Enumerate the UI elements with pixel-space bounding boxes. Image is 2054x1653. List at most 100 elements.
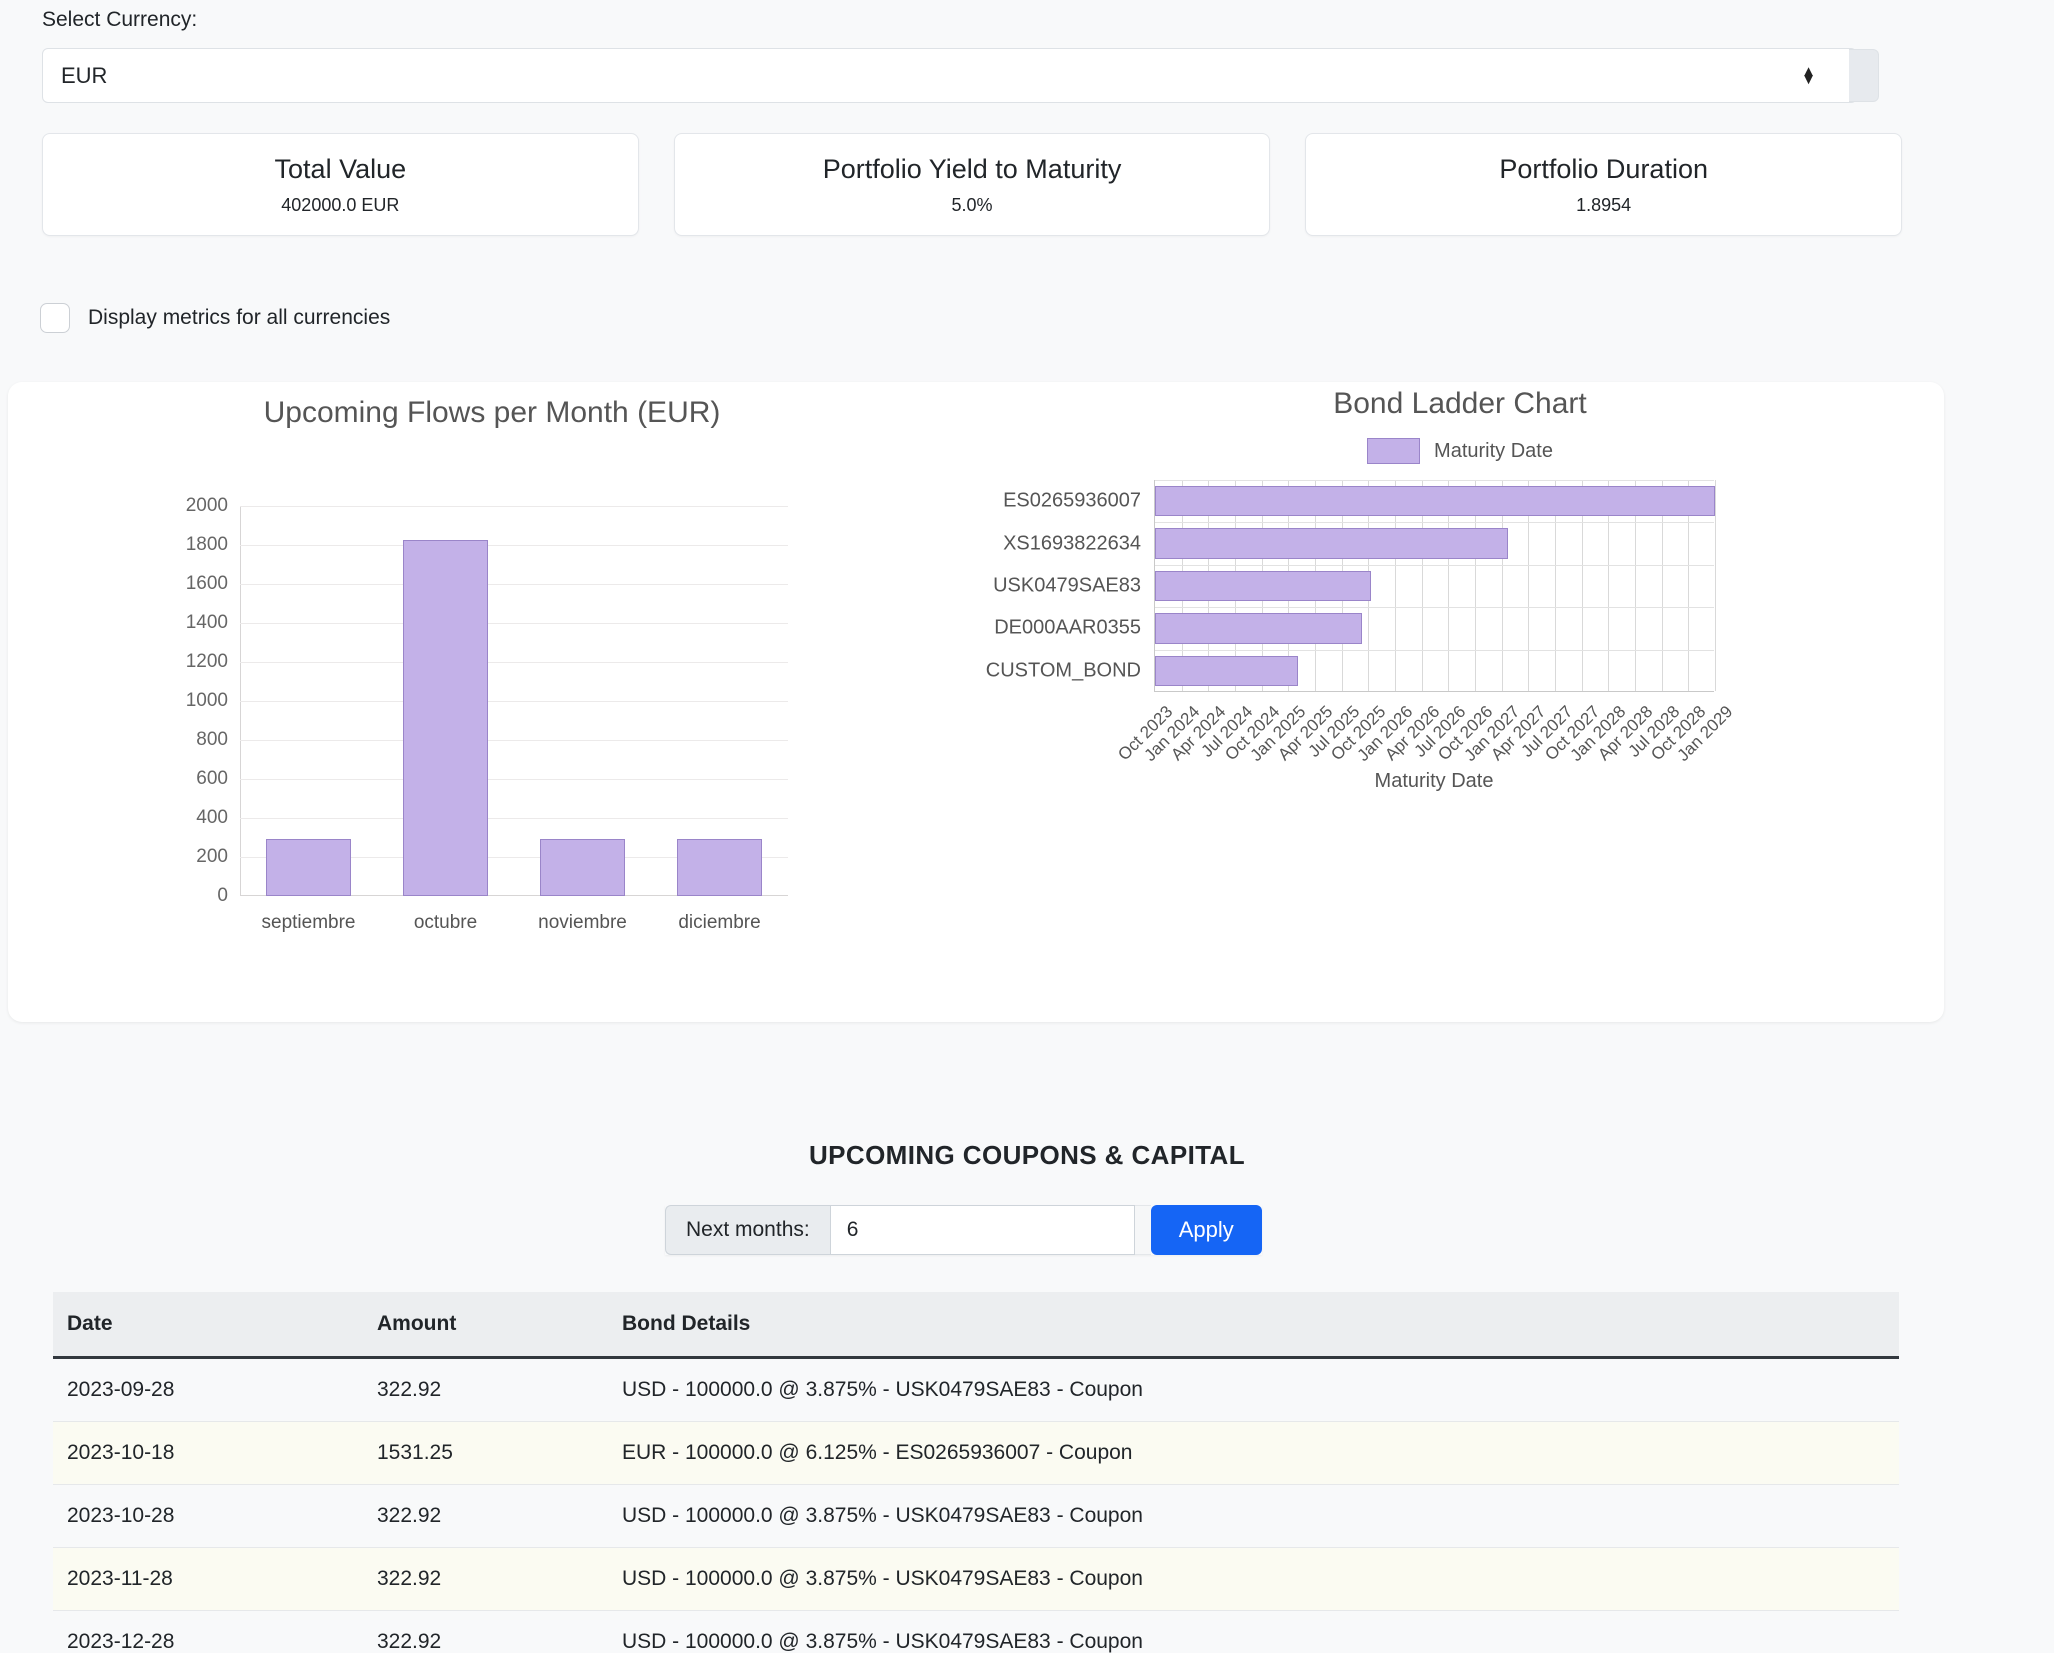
all-currencies-toggle-row[interactable]: Display metrics for all currencies [40, 303, 390, 333]
ladder-category-label: DE000AAR0355 [994, 616, 1141, 639]
bar-chart-x-tick: diciembre [678, 912, 761, 933]
cell-bond-details: USD - 100000.0 @ 3.875% - USK0479SAE83 -… [608, 1484, 1899, 1548]
ladder-category-label: ES0265936007 [1003, 489, 1141, 512]
metric-value: 402000.0 EUR [281, 194, 400, 215]
ladder-category-label: USK0479SAE83 [993, 574, 1141, 597]
all-currencies-checkbox[interactable] [40, 303, 70, 333]
cell-date: 2023-12-28 [53, 1610, 363, 1653]
next-months-input[interactable]: 6 [829, 1205, 1135, 1255]
cell-amount: 322.92 [363, 1610, 608, 1653]
cell-date: 2023-10-28 [53, 1484, 363, 1548]
bond-ladder-chart-title: Bond Ladder Chart [1333, 387, 1587, 420]
cell-bond-details: EUR - 100000.0 @ 6.125% - ES0265936007 -… [608, 1421, 1899, 1485]
next-months-label: Next months: [665, 1205, 830, 1255]
next-months-input-value: 6 [846, 1218, 859, 1241]
metric-cards: Total Value 402000.0 EUR Portfolio Yield… [42, 133, 1903, 236]
bond-ladder-plot-wrapper: Oct 2023 Jan 2024 Apr 2024 Jul 2024 Oct 2024… [976, 480, 1944, 1000]
legend-label-maturity-date: Maturity Date [1434, 439, 1553, 462]
bar-chart-y-tick: 0 [217, 885, 228, 906]
bar-chart-x-tick: octubre [413, 912, 478, 933]
bar-chart-gridline [240, 662, 788, 663]
currency-select[interactable]: EUR ▲ ▼ [42, 48, 1857, 103]
bar-chart-bar[interactable] [677, 839, 762, 896]
metric-title: Total Value [274, 153, 407, 184]
bar-chart-y-tick: 1800 [185, 534, 228, 555]
cell-date: 2023-10-18 [53, 1421, 363, 1485]
metric-card-yield-to-maturity: Portfolio Yield to Maturity 5.0% [673, 133, 1271, 236]
portfolio-dashboard: Select Currency: EUR ▲ ▼ Total Value 4020… [0, 0, 2054, 1653]
bar-chart-gridline [240, 623, 788, 624]
table-header: Date Amount Bond Details [53, 1292, 1899, 1359]
bond-ladder-legend: Maturity Date [976, 438, 1944, 464]
upcoming-flows-chart-title: Upcoming Flows per Month (EUR) [263, 396, 721, 429]
up-down-arrows-icon: ▲ ▼ [1801, 62, 1816, 88]
bar-chart-gridline [240, 584, 788, 585]
bar-chart-bar[interactable] [403, 540, 488, 896]
bar-chart-y-tick: 1000 [185, 690, 228, 711]
bar-chart-gridline [240, 779, 788, 780]
metric-title: Portfolio Yield to Maturity [822, 153, 1122, 184]
table-body: 2023-09-28 322.92 USD - 100000.0 @ 3.875% … [53, 1357, 1899, 1653]
cell-bond-details: USD - 100000.0 @ 3.875% - USK0479SAE83 -… [608, 1610, 1899, 1653]
ladder-gridline-horizontal [1155, 649, 1714, 651]
ladder-gridline-horizontal [1155, 522, 1714, 524]
legend-swatch-maturity-date [1367, 438, 1421, 464]
ladder-bar[interactable] [1155, 485, 1715, 517]
ladder-gridline-horizontal [1155, 607, 1714, 609]
charts-panel: Upcoming Flows per Month (EUR) 0 200 400 60… [8, 382, 1944, 1022]
cell-date: 2023-11-28 [53, 1547, 363, 1611]
bar-chart-gridline [240, 740, 788, 741]
ladder-category-label: XS1693822634 [1003, 532, 1141, 555]
bar-chart-y-tick: 1200 [185, 651, 228, 672]
table-row[interactable]: 2023-11-28 322.92 USD - 100000.0 @ 3.875% … [53, 1547, 1899, 1611]
cell-amount: 322.92 [363, 1357, 608, 1422]
cell-amount: 322.92 [363, 1484, 608, 1548]
cell-amount: 322.92 [363, 1547, 608, 1611]
metric-value: 1.8954 [1576, 194, 1632, 215]
ladder-bar[interactable] [1155, 528, 1508, 559]
filter-spacer [1134, 1205, 1151, 1255]
table-row[interactable]: 2023-10-18 1531.25 EUR - 100000.0 @ 6.125%… [53, 1421, 1899, 1485]
ladder-gridline-horizontal [1155, 480, 1714, 481]
bar-chart-y-tick: 2000 [185, 495, 228, 516]
column-header-date[interactable]: Date [53, 1292, 363, 1359]
column-header-amount[interactable]: Amount [363, 1292, 608, 1359]
all-currencies-label: Display metrics for all currencies [88, 306, 391, 329]
cell-amount: 1531.25 [363, 1421, 608, 1485]
ladder-category-label: CUSTOM_BOND [985, 659, 1141, 682]
metric-card-total-value: Total Value 402000.0 EUR [42, 133, 639, 236]
table-row[interactable]: 2023-12-28 322.92 USD - 100000.0 @ 3.875% … [53, 1610, 1899, 1653]
bond-ladder-plot-area: Oct 2023 Jan 2024 Apr 2024 Jul 2024 Oct 2024… [986, 480, 1736, 765]
bond-ladder-x-axis-label: Maturity Date [1374, 770, 1494, 792]
bar-chart-y-tick: 200 [196, 846, 228, 867]
bar-chart-y-tick: 1400 [185, 612, 228, 633]
ladder-bar[interactable] [1155, 655, 1298, 687]
currency-select-label: Select Currency: [42, 8, 198, 31]
metric-value: 5.0% [951, 194, 993, 215]
upcoming-flows-chart: Upcoming Flows per Month (EUR) 0 200 400 60… [8, 382, 976, 1022]
column-header-bond-details[interactable]: Bond Details [608, 1292, 1899, 1359]
ladder-gridline-vertical [1715, 480, 1716, 691]
currency-select-addon[interactable] [1849, 49, 1879, 102]
next-months-filter: Next months: 6 Apply [665, 1205, 1262, 1255]
bar-chart-bar[interactable] [266, 839, 351, 896]
bar-chart-gridline [240, 506, 788, 507]
bar-chart-x-tick: noviembre [538, 912, 627, 933]
bond-ladder-chart: Bond Ladder Chart Maturity Date Oct 2023… [976, 382, 1944, 1022]
currency-select-wrapper: EUR ▲ ▼ [42, 48, 1902, 103]
bar-chart-y-tick: 1600 [185, 573, 228, 594]
cell-bond-details: USD - 100000.0 @ 3.875% - USK0479SAE83 -… [608, 1357, 1899, 1422]
table-row[interactable]: 2023-09-28 322.92 USD - 100000.0 @ 3.875% … [53, 1357, 1899, 1422]
bar-chart-y-tick: 800 [196, 729, 228, 750]
bar-chart-bar[interactable] [540, 839, 625, 896]
upcoming-flows-table: Date Amount Bond Details 2023-09-28 322.9… [53, 1292, 1899, 1653]
ladder-bar[interactable] [1155, 570, 1371, 602]
bar-chart-gridline [240, 545, 788, 546]
page-title: UPCOMING COUPONS & CAPITAL [808, 1140, 1246, 1170]
ladder-bar[interactable] [1155, 613, 1363, 644]
table-row[interactable]: 2023-10-28 322.92 USD - 100000.0 @ 3.875% … [53, 1484, 1899, 1548]
bar-chart-y-tick: 400 [196, 807, 228, 828]
bar-chart-gridline [240, 818, 788, 819]
bar-chart-y-tick: 600 [196, 768, 228, 789]
apply-button[interactable]: Apply [1150, 1205, 1262, 1255]
